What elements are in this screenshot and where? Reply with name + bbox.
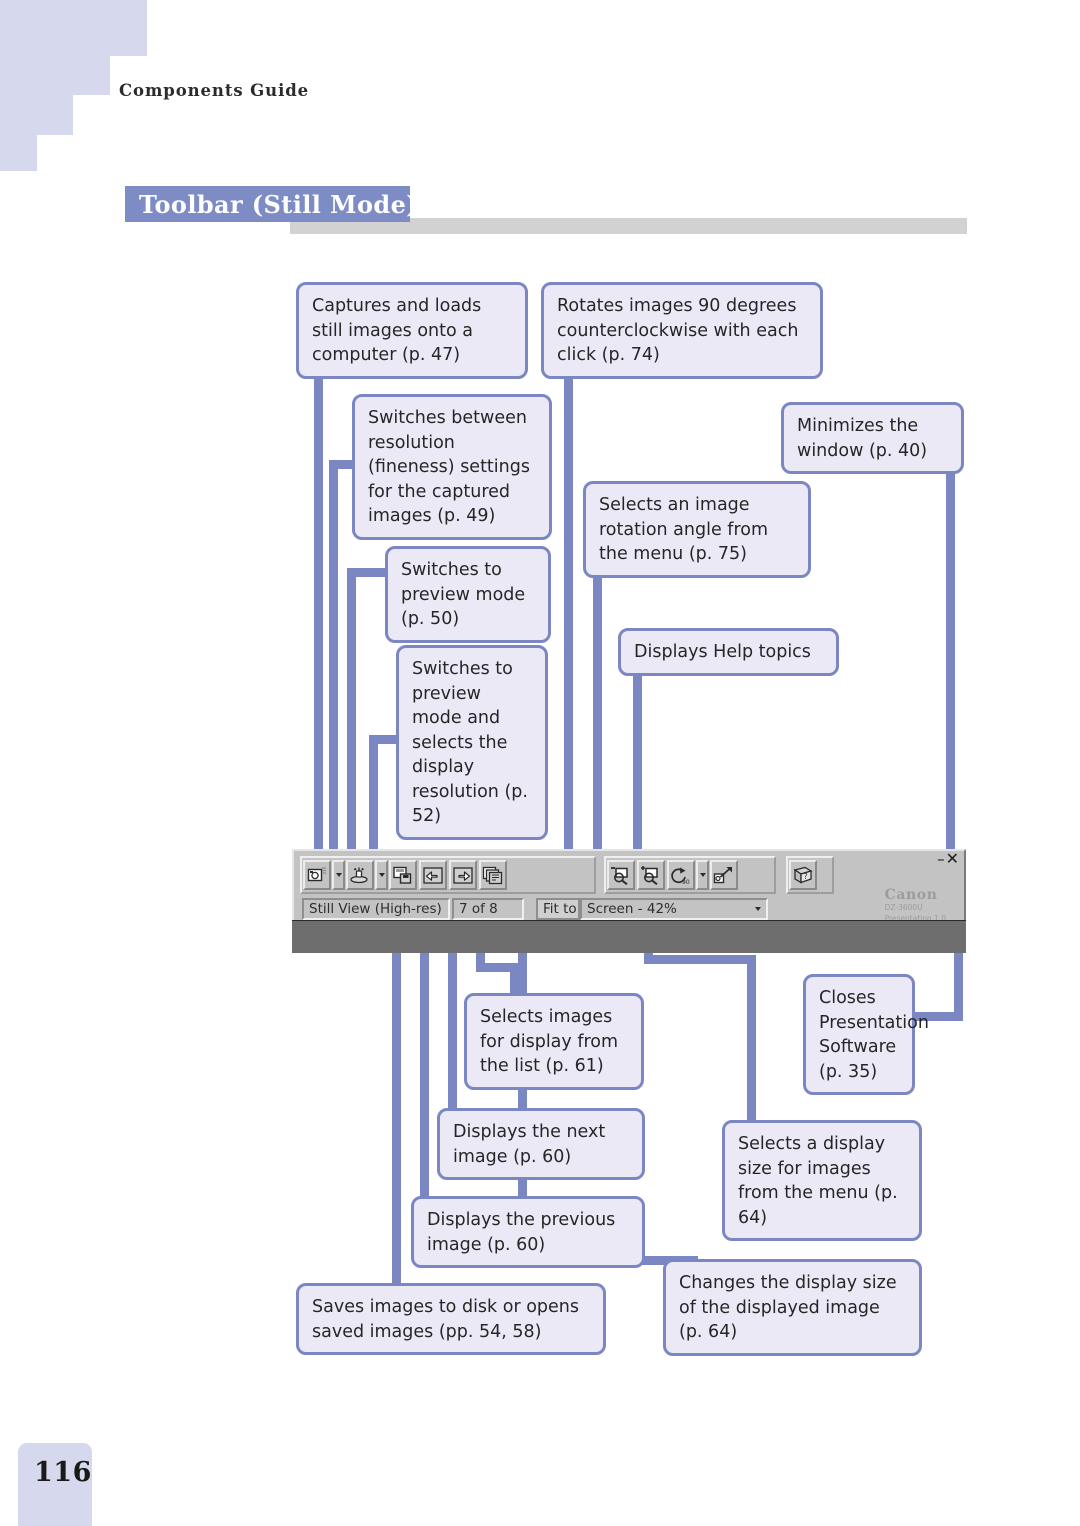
connector-resolution-arm xyxy=(347,568,389,577)
status-mode-field: Still View (High-res) xyxy=(302,898,450,920)
brand-name: Canon xyxy=(884,887,938,903)
window-controls: – ✕ xyxy=(937,851,959,867)
model-name: DZ-3600U xyxy=(884,903,923,912)
magnifier-plus-icon xyxy=(641,865,658,885)
chevron-down-icon xyxy=(699,873,706,877)
capture-button[interactable] xyxy=(303,860,331,890)
running-head: Components Guide xyxy=(119,81,310,100)
connector-capture xyxy=(314,374,323,864)
chevron-down-icon xyxy=(755,907,761,911)
rotate-dropdown[interactable] xyxy=(696,860,709,890)
callout-rotate90: Rotates images 90 degrees counterclockwi… xyxy=(541,282,823,379)
connector-help xyxy=(633,652,642,864)
display-size-combo[interactable]: Screen - 42% xyxy=(580,898,768,920)
toolbar-group-view: 90 xyxy=(604,856,776,894)
callout-minimize: Minimizes the window (p. 40) xyxy=(781,402,964,474)
arrow-right-icon xyxy=(453,866,473,884)
connector-resolution xyxy=(347,568,356,864)
callout-capture: Captures and loads still images onto a c… xyxy=(296,282,528,379)
callout-preview: Switches to preview mode (p. 50) xyxy=(385,546,551,643)
rotate-button[interactable]: 90 xyxy=(667,860,695,890)
callout-change-size: Changes the display size of the displaye… xyxy=(663,1259,922,1356)
connector-display-size-arm xyxy=(644,955,756,964)
help-book-icon: ? xyxy=(793,866,813,884)
svg-text:90: 90 xyxy=(682,879,690,885)
toolbar-group-help: ? xyxy=(786,856,834,894)
corner-decoration-step-3 xyxy=(0,95,73,135)
status-fit-label: Fit to xyxy=(536,898,580,920)
callout-save-open: Saves images to disk or opens saved imag… xyxy=(296,1283,606,1355)
previous-image-button[interactable] xyxy=(419,860,447,890)
display-size-button[interactable] xyxy=(710,860,738,890)
connector-minimize xyxy=(946,458,955,864)
corner-decoration-step-2 xyxy=(0,56,110,95)
callout-resolution: Switches between resolution (fineness) s… xyxy=(352,394,552,540)
callout-display-size: Selects a display size for images from t… xyxy=(722,1120,922,1241)
save-disk-icon xyxy=(393,866,412,884)
callout-rotate-menu: Selects an image rotation angle from the… xyxy=(583,481,811,578)
image-list-icon xyxy=(482,866,503,884)
corner-decoration-step-4 xyxy=(0,135,37,171)
page-number: 116 xyxy=(34,1457,92,1488)
chevron-down-icon xyxy=(335,873,342,877)
save-open-button[interactable] xyxy=(389,860,417,890)
zoom-out-button[interactable] xyxy=(607,860,635,890)
resolution-dropdown[interactable] xyxy=(375,860,388,890)
resize-arrow-icon xyxy=(713,866,732,883)
magnifier-minus-icon xyxy=(611,866,628,885)
minimize-button[interactable]: – xyxy=(937,852,945,867)
close-button[interactable]: ✕ xyxy=(946,851,959,867)
page-title: Toolbar (Still Mode) xyxy=(139,190,419,219)
connector-display-size-drop xyxy=(747,955,756,1143)
callout-close: Closes Presentation Software (p. 35) xyxy=(803,974,929,1095)
svg-text:?: ? xyxy=(804,872,808,881)
callout-next-image: Displays the next image (p. 60) xyxy=(437,1108,645,1180)
connector-resolution-dropdown xyxy=(369,735,378,864)
chevron-down-icon xyxy=(378,873,385,877)
toolbar-image-area xyxy=(292,920,966,953)
corner-decoration-step-1 xyxy=(0,0,147,56)
resolution-button[interactable] xyxy=(346,860,374,890)
scanner-resolution-icon xyxy=(350,867,368,884)
callout-help: Displays Help topics xyxy=(618,628,839,676)
arrow-left-icon xyxy=(423,866,443,884)
connector-rotate-menu xyxy=(593,566,602,864)
connector-capture-dropdown xyxy=(329,460,338,864)
status-count-field: 7 of 8 xyxy=(452,898,524,920)
callout-select-list: Selects images for display from the list… xyxy=(464,993,644,1090)
callout-prev-image: Displays the previous image (p. 60) xyxy=(411,1196,645,1268)
next-image-button[interactable] xyxy=(449,860,477,890)
manual-page: Components Guide Toolbar (Still Mode) 90… xyxy=(0,0,1080,1526)
zoom-in-button[interactable] xyxy=(637,860,665,890)
toolbar-group-left xyxy=(300,856,596,894)
help-button[interactable]: ? xyxy=(789,860,817,890)
display-size-value: Screen - 42% xyxy=(587,901,677,917)
toolbar-status-row: Still View (High-res) 7 of 8 Fit to Scre… xyxy=(302,898,768,920)
capture-dropdown[interactable] xyxy=(332,860,345,890)
rotate-90-icon: 90 xyxy=(671,867,690,885)
callout-preview-resolution: Switches to preview mode and selects the… xyxy=(396,645,548,840)
image-list-button[interactable] xyxy=(479,860,507,890)
connector-rotate90 xyxy=(564,376,573,864)
camera-capture-icon xyxy=(307,867,326,882)
